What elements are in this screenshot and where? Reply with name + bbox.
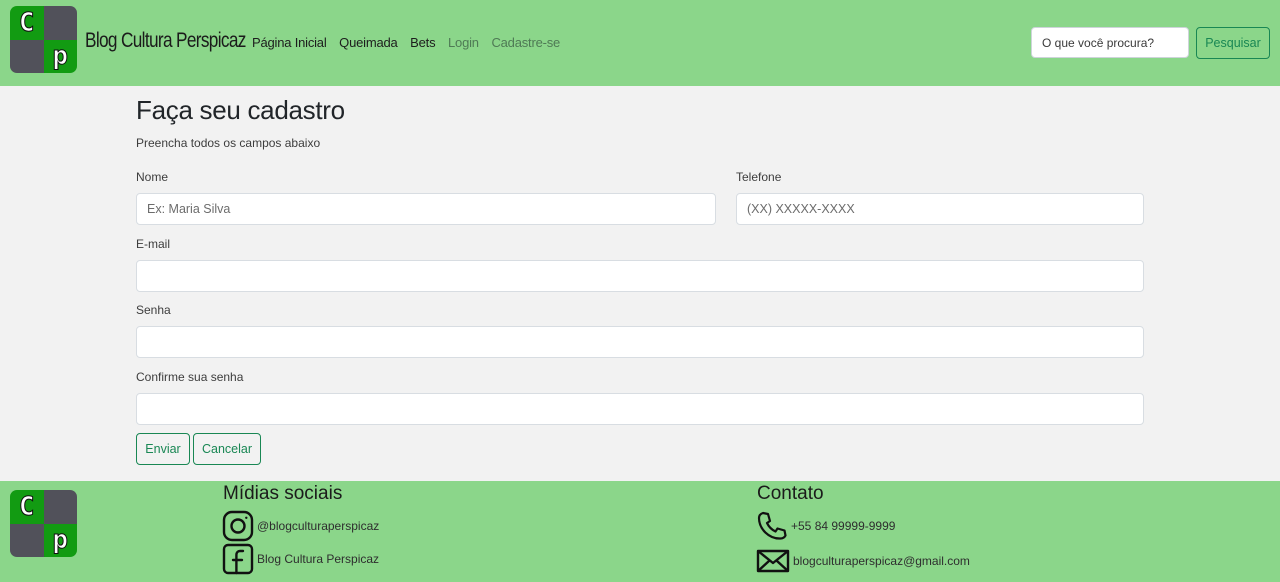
footer-logo-letter-p: p — [52, 525, 69, 556]
facebook-page-name: Blog Cultura Perspicaz — [257, 552, 380, 566]
phone-number: +55 84 99999-9999 — [791, 519, 896, 533]
facebook-link[interactable]: Blog Cultura Perspicaz — [222, 543, 379, 575]
instagram-link[interactable]: @blogculturaperspicaz — [222, 510, 379, 542]
search-input[interactable] — [1031, 27, 1189, 58]
email-address: blogculturaperspicaz@gmail.com — [793, 554, 970, 568]
nav-link-cadastre-se[interactable]: Cadastre-se — [491, 35, 560, 50]
submit-button[interactable]: Enviar — [136, 433, 190, 465]
email-field[interactable] — [136, 260, 1144, 292]
name-label: Nome — [136, 170, 169, 184]
social-title: Mídias sociais — [223, 483, 343, 504]
phone-field[interactable] — [736, 193, 1144, 225]
brand-name[interactable]: Blog Cultura Perspicaz — [85, 29, 246, 53]
instagram-handle: @blogculturaperspicaz — [257, 519, 380, 533]
contact-title: Contato — [757, 483, 824, 504]
email-contact[interactable]: blogculturaperspicaz@gmail.com — [756, 547, 970, 575]
phone-contact[interactable]: +55 84 99999-9999 — [756, 510, 895, 542]
envelope-icon — [756, 547, 790, 575]
search-button[interactable]: Pesquisar — [1196, 27, 1270, 59]
phone-icon — [756, 510, 788, 542]
instagram-icon — [222, 510, 254, 542]
logo-letter-c: C — [18, 7, 35, 38]
nav-link-pagina-inicial[interactable]: Página Inicial — [252, 35, 327, 50]
nav-link-login[interactable]: Login — [448, 35, 479, 50]
facebook-icon — [222, 543, 254, 575]
logo-letter-p: p — [52, 41, 69, 72]
page-subtitle: Preencha todos os campos abaixo — [136, 136, 321, 150]
footer-logo-letter-c: C — [18, 491, 35, 522]
footer-logo[interactable]: C p — [10, 490, 77, 557]
main-nav: Página Inicial Queimada Bets Login Cadas… — [252, 35, 569, 50]
password-field[interactable] — [136, 326, 1144, 358]
nav-link-queimada[interactable]: Queimada — [339, 35, 398, 50]
nav-link-bets[interactable]: Bets — [410, 35, 435, 50]
page-title: Faça seu cadastro — [136, 95, 345, 125]
email-label: E-mail — [136, 237, 171, 251]
site-header: C p Blog Cultura Perspicaz Página Inicia… — [0, 0, 1280, 86]
site-footer: C p Mídias sociais @blogculturaperspicaz… — [0, 481, 1280, 582]
confirm-password-field[interactable] — [136, 393, 1144, 425]
password-label: Senha — [136, 303, 171, 317]
cancel-button[interactable]: Cancelar — [193, 433, 261, 465]
name-field[interactable] — [136, 193, 716, 225]
site-logo[interactable]: C p — [10, 6, 77, 73]
phone-label: Telefone — [736, 170, 782, 184]
confirm-password-label: Confirme sua senha — [136, 370, 244, 384]
